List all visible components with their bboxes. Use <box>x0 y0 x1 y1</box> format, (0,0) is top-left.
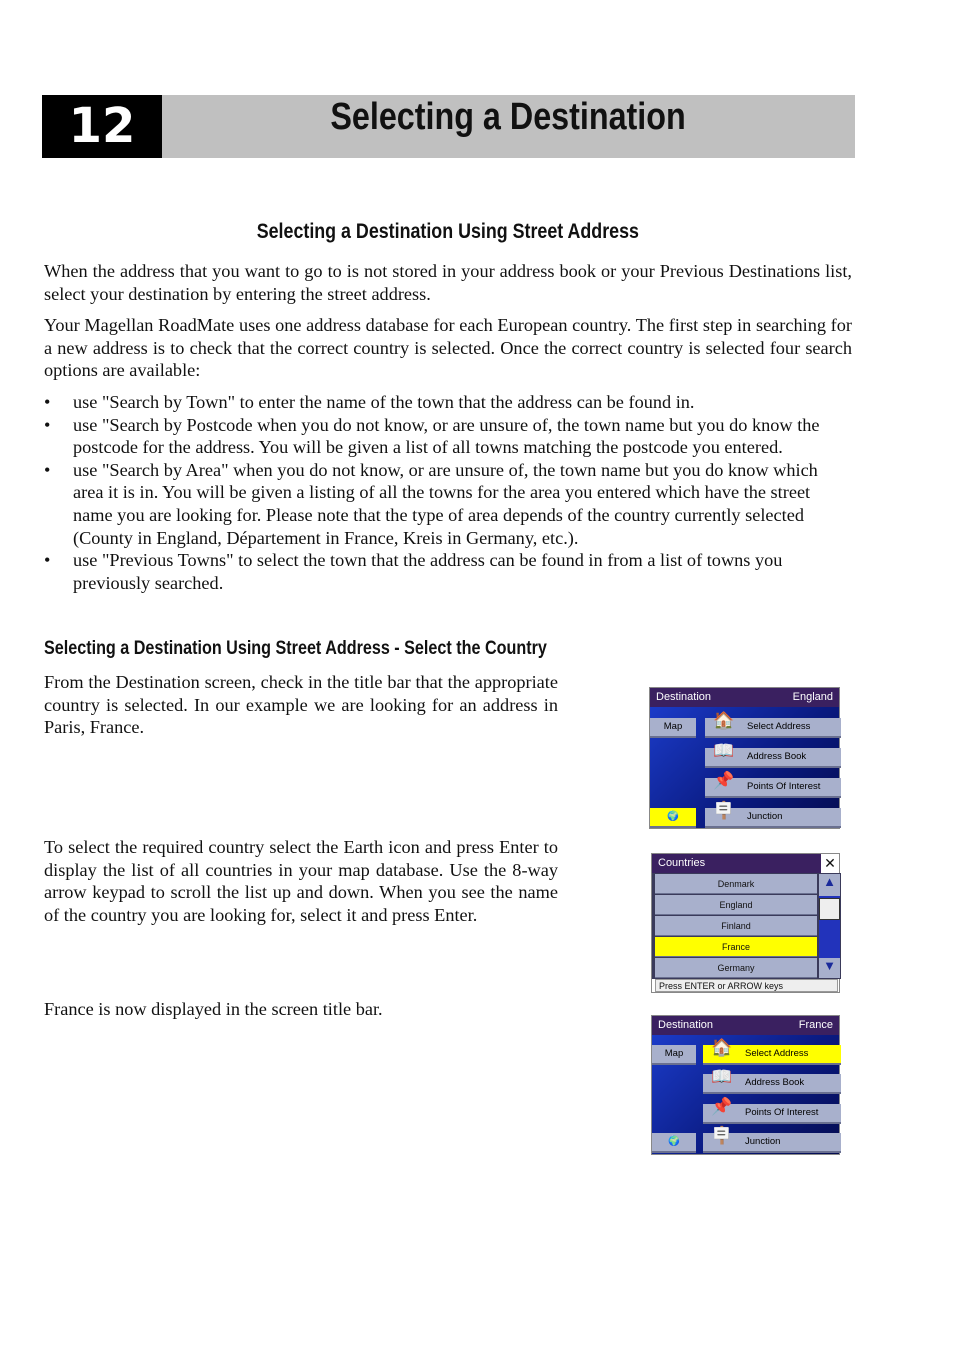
country-finland[interactable]: Finland <box>655 916 817 936</box>
paragraph: Your Magellan RoadMate uses one address … <box>44 315 852 381</box>
intro-text: When the address that you want to go to … <box>44 260 852 594</box>
list-item: use "Search by Area" when you do not kno… <box>44 459 852 549</box>
earth-button[interactable]: 🌍 <box>652 1133 696 1153</box>
subsection-heading: Selecting a Destination Using Street Add… <box>44 638 636 660</box>
paragraph: To select the required country select th… <box>44 837 558 925</box>
label: Junction <box>745 1136 781 1147</box>
select-address-button[interactable]: 🏠 Select Address <box>705 712 841 738</box>
label: Select Address <box>747 721 811 732</box>
map-button[interactable]: Map <box>650 718 696 738</box>
chapter-title: Selecting a Destination <box>330 96 687 138</box>
house-magnifier-icon: 🏠 <box>711 1038 733 1057</box>
chapter-title-bar: Selecting a Destination <box>162 95 855 158</box>
scroll-thumb[interactable] <box>819 898 840 920</box>
hint-text: Press ENTER or ARROW keys <box>655 979 838 992</box>
junction-button[interactable]: 🪧 Junction <box>705 802 841 828</box>
signpost-icon: 🪧 <box>713 801 735 820</box>
map-pin-icon: 📌 <box>711 1097 733 1116</box>
destination-screen-france: Destination France Map 🏠 Select Address 📖 A… <box>651 1015 841 1155</box>
map-button[interactable]: Map <box>652 1045 696 1065</box>
countries-screen: Countries ✕ Denmark England Finland Fran… <box>651 853 841 993</box>
screen-title: Countries <box>658 857 706 869</box>
earth-button[interactable]: 🌍 <box>650 808 696 828</box>
destination-screen-england: Destination England Map 🏠 Select Address 📖… <box>649 687 841 829</box>
scrollbar[interactable]: ▲ ▼ <box>819 874 840 978</box>
bullet-list: use "Search by Town" to enter the name o… <box>44 391 852 594</box>
scroll-up-icon[interactable]: ▲ <box>819 874 840 896</box>
country-denmark[interactable]: Denmark <box>655 874 817 894</box>
section-heading-text: Selecting a Destination Using Street Add… <box>256 220 640 243</box>
label: Address Book <box>745 1077 805 1088</box>
chapter-number: 12 <box>42 95 162 158</box>
book-icon: 📖 <box>713 741 735 760</box>
label: Address Book <box>747 751 807 762</box>
paragraph: From the Destination screen, check in th… <box>44 672 558 738</box>
address-book-button[interactable]: 📖 Address Book <box>703 1068 841 1094</box>
subsection-heading-text: Selecting a Destination Using Street Add… <box>44 638 547 659</box>
label: Select Address <box>745 1048 809 1059</box>
address-book-button[interactable]: 📖 Address Book <box>705 742 841 768</box>
signpost-icon: 🪧 <box>711 1126 733 1145</box>
country-label: France <box>798 1019 833 1031</box>
country-germany[interactable]: Germany <box>655 958 817 978</box>
screen-title: Destination <box>656 691 712 703</box>
country-france[interactable]: France <box>655 937 817 957</box>
country-england[interactable]: England <box>655 895 817 915</box>
globe-icon: 🌍 <box>668 1136 680 1147</box>
title-bar: Destination England <box>650 688 839 707</box>
globe-icon: 🌍 <box>667 811 679 822</box>
select-address-button[interactable]: 🏠 Select Address <box>703 1039 841 1065</box>
map-pin-icon: 📌 <box>713 771 735 790</box>
paragraph: France is now displayed in the screen ti… <box>44 999 383 1019</box>
section-heading: Selecting a Destination Using Street Add… <box>0 220 896 244</box>
title-bar: Destination France <box>652 1016 839 1035</box>
book-icon: 📖 <box>711 1067 733 1086</box>
scroll-down-icon[interactable]: ▼ <box>819 958 840 978</box>
list-item: use "Search by Postcode when you do not … <box>44 414 852 459</box>
points-of-interest-button[interactable]: 📌 Points Of Interest <box>705 772 841 798</box>
close-icon[interactable]: ✕ <box>821 854 839 873</box>
list-item: use "Previous Towns" to select the town … <box>44 549 852 594</box>
label: Junction <box>747 811 783 822</box>
country-label: England <box>792 691 833 703</box>
list-item: use "Search by Town" to enter the name o… <box>44 391 852 414</box>
screen-title: Destination <box>658 1019 714 1031</box>
title-bar: Countries <box>652 854 821 873</box>
house-magnifier-icon: 🏠 <box>713 711 735 730</box>
paragraph: When the address that you want to go to … <box>44 261 852 304</box>
label: Points Of Interest <box>745 1107 819 1118</box>
points-of-interest-button[interactable]: 📌 Points Of Interest <box>703 1098 841 1124</box>
label: Points Of Interest <box>747 781 821 792</box>
junction-button[interactable]: 🪧 Junction <box>703 1127 841 1153</box>
